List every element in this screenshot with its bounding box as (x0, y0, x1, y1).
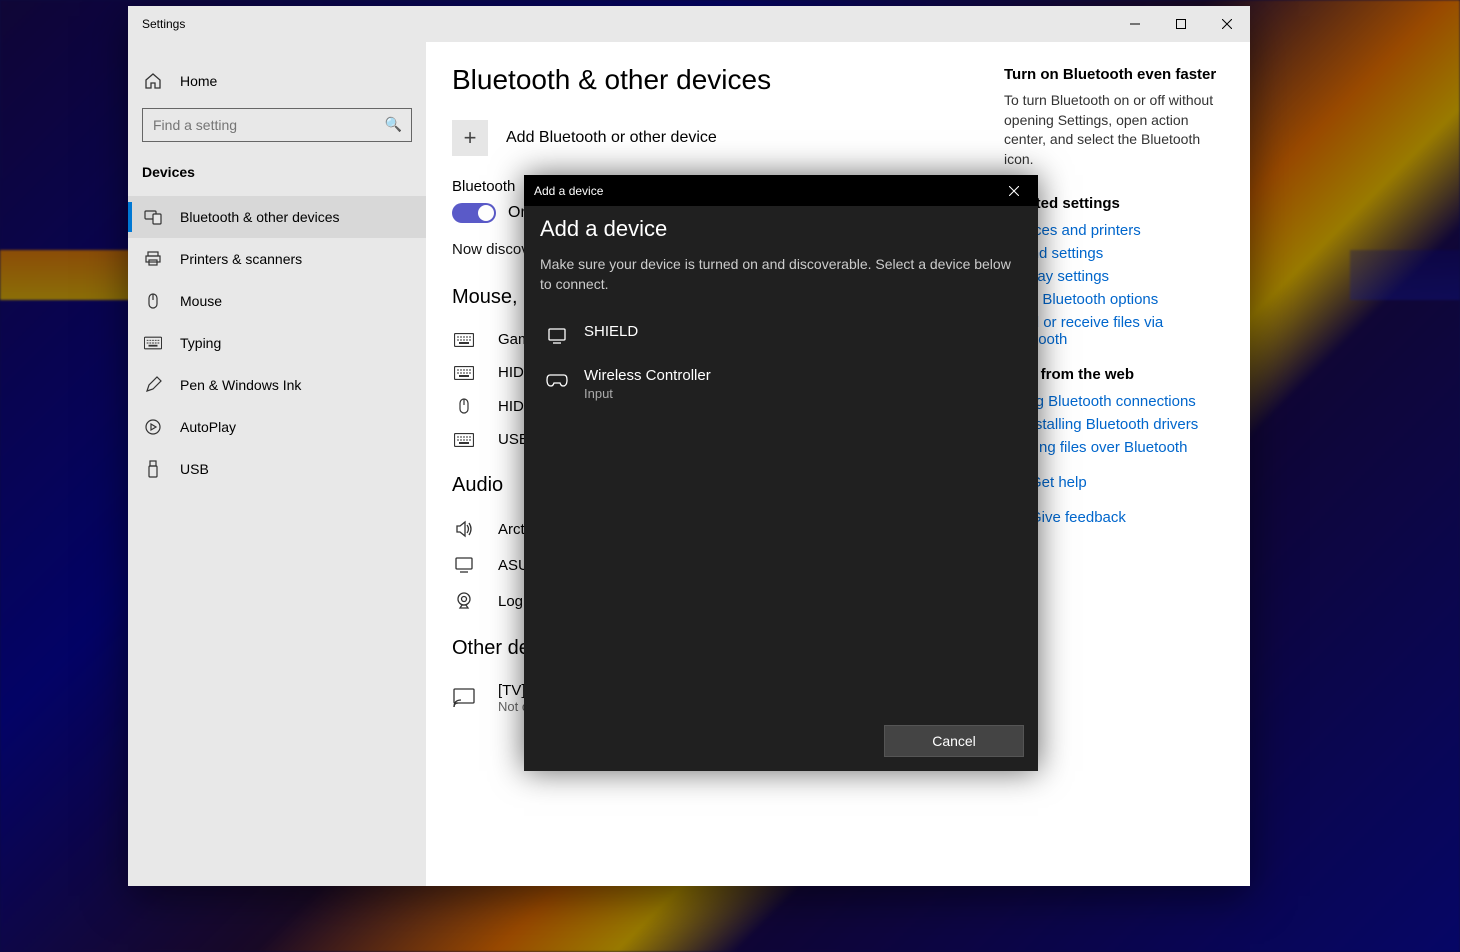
titlebar: Settings (128, 6, 1250, 42)
sidebar-item-label: Mouse (180, 293, 222, 309)
keyboard-icon (452, 333, 476, 347)
sidebar-home-label: Home (180, 73, 217, 89)
sidebar-item-devices[interactable]: Bluetooth & other devices (128, 196, 426, 238)
mouse-icon (144, 292, 162, 310)
sidebar-item-mouse[interactable]: Mouse (128, 280, 426, 322)
devices-icon (144, 208, 162, 226)
dialog-titlebar-text: Add a device (534, 184, 603, 198)
cancel-button[interactable]: Cancel (884, 725, 1024, 757)
page-title: Bluetooth & other devices (452, 64, 974, 96)
discovered-device-type: Input (584, 386, 711, 401)
sidebar: Home 🔍 Devices Bluetooth & other devices… (128, 42, 426, 886)
sidebar-item-label: Typing (180, 335, 221, 351)
keyboard-icon (144, 334, 162, 352)
add-device-dialog: Add a device Add a device Make sure your… (524, 175, 1038, 771)
add-device-label: Add Bluetooth or other device (506, 129, 717, 147)
bluetooth-toggle[interactable] (452, 203, 496, 223)
dialog-titlebar: Add a device (524, 175, 1038, 206)
dialog-heading: Add a device (540, 216, 1022, 242)
sidebar-section-label: Devices (128, 154, 426, 196)
monitor-icon (546, 325, 568, 347)
cast-icon (452, 688, 476, 708)
dialog-close-button[interactable] (1000, 177, 1028, 205)
webcam-icon (452, 591, 476, 611)
tip-body: To turn Bluetooth on or off without open… (1004, 91, 1224, 169)
discovered-device-name: SHIELD (584, 323, 638, 340)
get-help-label: Get help (1030, 474, 1087, 491)
sidebar-item-label: AutoPlay (180, 419, 236, 435)
monitor-icon (452, 555, 476, 575)
discovered-device-name: Wireless Controller (584, 367, 711, 384)
sidebar-home[interactable]: Home (128, 60, 426, 102)
sidebar-item-pen[interactable]: Pen & Windows Ink (128, 364, 426, 406)
sidebar-item-label: USB (180, 461, 209, 477)
search-wrap: 🔍 (128, 108, 426, 154)
add-device-button[interactable]: + Add Bluetooth or other device (452, 120, 974, 156)
keyboard-icon (452, 433, 476, 447)
printer-icon (144, 250, 162, 268)
autoplay-icon (144, 418, 162, 436)
dialog-description: Make sure your device is turned on and d… (540, 254, 1022, 295)
sidebar-item-autoplay[interactable]: AutoPlay (128, 406, 426, 448)
plus-icon: + (452, 120, 488, 156)
usb-icon (144, 460, 162, 478)
sidebar-item-label: Pen & Windows Ink (180, 377, 301, 393)
speaker-icon (452, 519, 476, 539)
close-button[interactable] (1204, 6, 1250, 42)
maximize-button[interactable] (1158, 6, 1204, 42)
sidebar-item-keyboard[interactable]: Typing (128, 322, 426, 364)
window-title: Settings (128, 17, 185, 31)
sidebar-item-usb[interactable]: USB (128, 448, 426, 490)
sidebar-item-label: Bluetooth & other devices (180, 209, 340, 225)
sidebar-item-label: Printers & scanners (180, 251, 302, 267)
mouse-icon (452, 397, 476, 415)
window-controls (1112, 6, 1250, 42)
tip-title: Turn on Bluetooth even faster (1004, 66, 1224, 83)
pen-icon (144, 376, 162, 394)
discovered-device[interactable]: SHIELD (540, 313, 1022, 357)
gamepad-icon (546, 369, 568, 391)
give-feedback-label: Give feedback (1030, 509, 1126, 526)
search-input[interactable] (142, 108, 412, 142)
home-icon (144, 72, 162, 90)
minimize-button[interactable] (1112, 6, 1158, 42)
sidebar-item-printer[interactable]: Printers & scanners (128, 238, 426, 280)
keyboard-icon (452, 366, 476, 380)
discovered-device[interactable]: Wireless Controller Input (540, 357, 1022, 411)
